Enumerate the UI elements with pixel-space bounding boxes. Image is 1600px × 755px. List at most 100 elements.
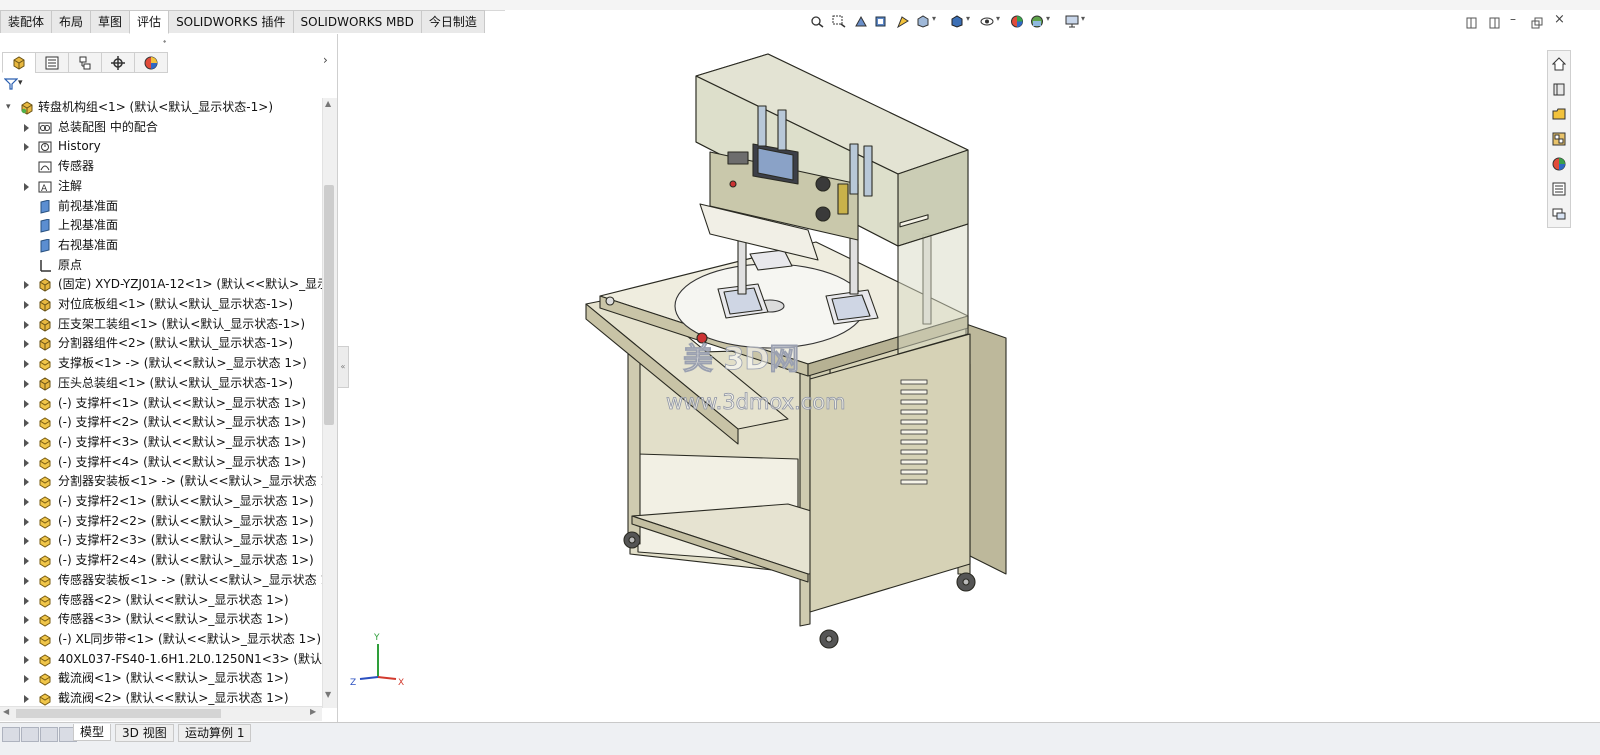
expand-arrow-icon[interactable] (24, 360, 29, 369)
tab-today-manufacture[interactable]: 今日制造 (420, 10, 485, 33)
tab-property-manager[interactable] (35, 52, 69, 73)
appearances-icon[interactable] (1552, 157, 1566, 171)
edit-appearance-icon[interactable] (1010, 15, 1024, 28)
tree-hscroll-thumb[interactable] (16, 709, 221, 718)
dynamic-annotation-icon[interactable] (896, 15, 910, 28)
expand-arrow-icon[interactable] (24, 143, 29, 152)
tab-assembly[interactable]: 装配体 (0, 10, 53, 33)
expand-arrow-icon[interactable] (24, 320, 29, 329)
tab-feature-manager[interactable] (2, 52, 36, 73)
machine-model[interactable]: 美 3D网 www.3dmox.com Y X Z (338, 34, 1546, 722)
collapse-arrow-icon[interactable]: ▾ (6, 98, 11, 118)
expand-arrow-icon[interactable] (24, 537, 29, 546)
expand-arrow-icon[interactable] (24, 478, 29, 487)
tree-scroll-thumb[interactable] (324, 185, 334, 425)
expand-arrow-icon[interactable] (24, 695, 29, 703)
view-orientation-icon[interactable] (916, 15, 930, 28)
scroll-right-icon[interactable]: ▶ (310, 707, 316, 716)
expand-arrow-icon[interactable] (24, 517, 29, 526)
part-icon (39, 555, 51, 568)
next-tab-button[interactable] (40, 727, 58, 742)
minimize-icon[interactable]: – (1510, 12, 1516, 26)
scroll-left-icon[interactable]: ◀ (3, 707, 9, 716)
restore-icon[interactable] (1530, 17, 1544, 30)
mates-icon (38, 122, 52, 134)
tree-item-label: History (58, 139, 101, 154)
expand-arrow-icon[interactable] (24, 123, 29, 132)
zoom-area-icon[interactable] (832, 15, 846, 28)
expand-arrow-icon[interactable] (24, 458, 29, 467)
chevron-down-icon[interactable]: ▾ (966, 14, 970, 23)
previous-view-icon[interactable] (854, 15, 868, 28)
expand-arrow-icon[interactable] (24, 301, 29, 309)
tile-right-icon[interactable] (1488, 17, 1502, 30)
panel-grip[interactable]: ⬩ (163, 37, 166, 47)
expand-arrow-icon[interactable] (24, 635, 29, 644)
tab-solidworks-mbd[interactable]: SOLIDWORKS MBD (292, 10, 422, 33)
zoom-to-fit-icon[interactable] (810, 15, 824, 28)
chevron-down-icon[interactable]: ▾ (1046, 14, 1050, 23)
triad-x-label: X (398, 678, 404, 688)
apply-scene-icon[interactable] (1030, 15, 1044, 28)
tab-dimxpert-manager[interactable] (101, 52, 135, 73)
graphics-area[interactable]: 美 3D网 www.3dmox.com Y X Z (338, 34, 1546, 722)
chevron-down-icon[interactable]: ▾ (996, 14, 1000, 23)
chevron-down-icon[interactable]: ▾ (932, 14, 936, 23)
svg-text:A: A (41, 184, 48, 194)
expand-arrow-icon[interactable] (24, 379, 29, 388)
filter-button[interactable]: ▾ (3, 78, 23, 93)
expand-arrow-icon[interactable] (24, 655, 29, 664)
expand-arrow-icon[interactable] (24, 557, 29, 566)
tab-solidworks-addins[interactable]: SOLIDWORKS 插件 (168, 10, 294, 33)
expand-arrow-icon[interactable] (24, 419, 29, 428)
view-settings-icon[interactable] (1065, 15, 1079, 28)
tab-sketch[interactable]: 草图 (90, 10, 131, 33)
forum-icon[interactable] (1552, 207, 1566, 221)
expand-arrow-icon[interactable] (24, 399, 29, 408)
part-icon (39, 437, 51, 450)
expand-arrow-icon[interactable] (24, 576, 29, 585)
tab-motion-study[interactable]: 运动算例 1 (178, 724, 252, 742)
tree-item-label: (-) 支撑杆<3> (默认<<默认>_显示状态 1>) (58, 434, 307, 449)
first-tab-button[interactable] (2, 727, 20, 742)
part-icon (39, 614, 51, 627)
tab-model[interactable]: 模型 (73, 724, 112, 741)
tree-item-label: 注解 (58, 178, 83, 193)
tab-configuration-manager[interactable] (68, 52, 102, 73)
tab-layout[interactable]: 布局 (51, 10, 92, 33)
expand-arrow-icon[interactable] (24, 340, 29, 349)
expand-arrow-icon[interactable] (24, 596, 29, 605)
custom-properties-icon[interactable] (1552, 182, 1566, 196)
property-manager-icon (45, 56, 59, 69)
tab-3d-view[interactable]: 3D 视图 (115, 724, 174, 742)
chevron-down-icon[interactable]: ▾ (1081, 14, 1085, 23)
expand-arrow-icon[interactable] (24, 498, 29, 506)
tree-item-label: 截流阀<1> (默认<<默认>_显示状态 1>) (58, 671, 289, 686)
design-library-icon[interactable] (1552, 82, 1566, 96)
view-palette-icon[interactable] (1552, 132, 1566, 146)
chevron-right-icon[interactable]: › (323, 53, 328, 67)
expand-arrow-icon[interactable] (24, 281, 29, 290)
display-style-icon[interactable] (950, 15, 964, 28)
close-icon[interactable]: × (1554, 12, 1565, 27)
tile-left-icon[interactable] (1465, 17, 1479, 30)
hide-show-items-icon[interactable] (980, 15, 994, 28)
expand-arrow-icon[interactable] (24, 182, 29, 191)
prev-tab-button[interactable] (21, 727, 39, 742)
scroll-down-icon[interactable]: ▼ (325, 690, 331, 699)
part-icon (39, 358, 51, 371)
section-view-icon[interactable] (874, 15, 888, 28)
tree-item-label: (-) 支撑杆2<3> (默认<<默认>_显示状态 1>) (58, 533, 314, 548)
assembly-icon (21, 101, 33, 115)
tree-item-label: 压支架工装组<1> (默认<默认_显示状态-1>) (58, 316, 305, 331)
tab-display-manager[interactable] (134, 52, 168, 73)
file-explorer-icon[interactable] (1552, 107, 1566, 121)
scroll-up-icon[interactable]: ▲ (325, 99, 331, 108)
part-icon (39, 594, 51, 608)
expand-arrow-icon[interactable] (24, 438, 29, 447)
tab-evaluate[interactable]: 评估 (129, 10, 170, 34)
tree-item-label: (-) 支撑杆<4> (默认<<默认>_显示状态 1>) (58, 454, 307, 469)
expand-arrow-icon[interactable] (24, 616, 29, 625)
expand-arrow-icon[interactable] (24, 675, 29, 684)
home-icon[interactable] (1552, 57, 1566, 71)
